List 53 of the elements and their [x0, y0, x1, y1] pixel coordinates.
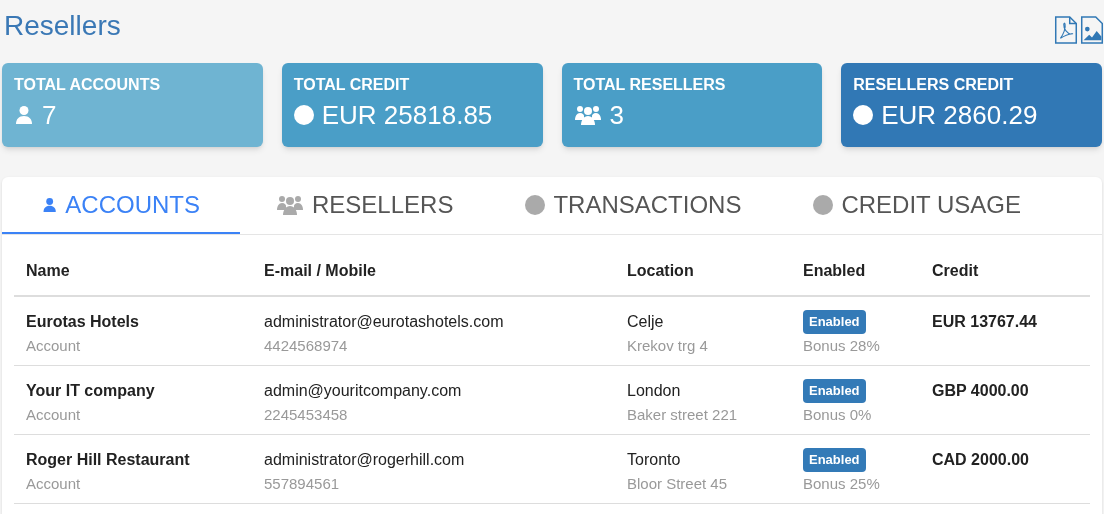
status-badge: Enabled [803, 379, 866, 403]
email: administrator@eurotashotels.com [264, 312, 505, 332]
tab[interactable]: ACCOUNTS [2, 177, 240, 234]
bonus: Bonus 25% [803, 474, 880, 494]
stat-value: 3 [609, 99, 624, 131]
tab[interactable]: RESELLERS [240, 177, 490, 234]
address: Baker street 221 [627, 405, 739, 425]
circle-icon [293, 105, 314, 125]
user-icon [14, 105, 34, 125]
mobile: 4424568974 [264, 336, 349, 356]
tab[interactable]: CREDIT USAGE [777, 177, 1057, 234]
stat-value: EUR 2860.29 [881, 99, 1038, 131]
address: Bloor Street 45 [627, 474, 729, 494]
account-name: Your IT company [26, 381, 156, 401]
status-badge: Enabled [803, 310, 866, 334]
tab[interactable]: TRANSACTIONS [489, 177, 778, 234]
image-file-icon[interactable] [1080, 16, 1104, 44]
column-header: Enabled [803, 261, 867, 281]
city: Celje [627, 312, 665, 332]
circle-icon [853, 105, 874, 125]
email: admin@youritcompany.com [264, 381, 463, 401]
account-type: Account [26, 405, 82, 425]
mobile: 2245453458 [264, 405, 349, 425]
column-header: E-mail / Mobile [264, 261, 377, 281]
credit: EUR 13767.44 [932, 313, 1037, 330]
column-header: Name [26, 261, 71, 281]
stat-label: TOTAL RESELLERS [573, 75, 727, 95]
column-header: Credit [932, 261, 980, 281]
stat-value: 7 [42, 99, 57, 131]
account-type: Account [26, 336, 82, 356]
email: administrator@rogerhill.com [264, 450, 466, 470]
stat-value: EUR 25818.85 [321, 99, 493, 131]
bonus: Bonus 28% [803, 336, 880, 356]
page-title: Resellers [4, 9, 121, 43]
city: Toronto [627, 450, 682, 470]
stat-label: TOTAL ACCOUNTS [14, 75, 162, 95]
stat-label: TOTAL CREDIT [293, 75, 411, 95]
stat-label: RESELLERS CREDIT [853, 75, 1015, 95]
credit: CAD 2000.00 [932, 451, 1029, 468]
account-type: Account [26, 474, 82, 494]
account-name: Eurotas Hotels [26, 312, 140, 332]
circle-icon [525, 194, 546, 215]
account-name: Roger Hill Restaurant [26, 450, 191, 470]
bonus: Bonus 0% [803, 405, 872, 425]
credit: GBP 4000.00 [932, 382, 1029, 399]
column-header: Location [627, 261, 695, 281]
circle-icon [813, 194, 834, 215]
city: London [627, 381, 682, 401]
status-badge: Enabled [803, 448, 866, 472]
users-icon [573, 103, 602, 127]
address: Krekov trg 4 [627, 336, 709, 356]
mobile: 557894561 [264, 474, 341, 494]
pdf-file-icon[interactable] [1054, 16, 1078, 44]
